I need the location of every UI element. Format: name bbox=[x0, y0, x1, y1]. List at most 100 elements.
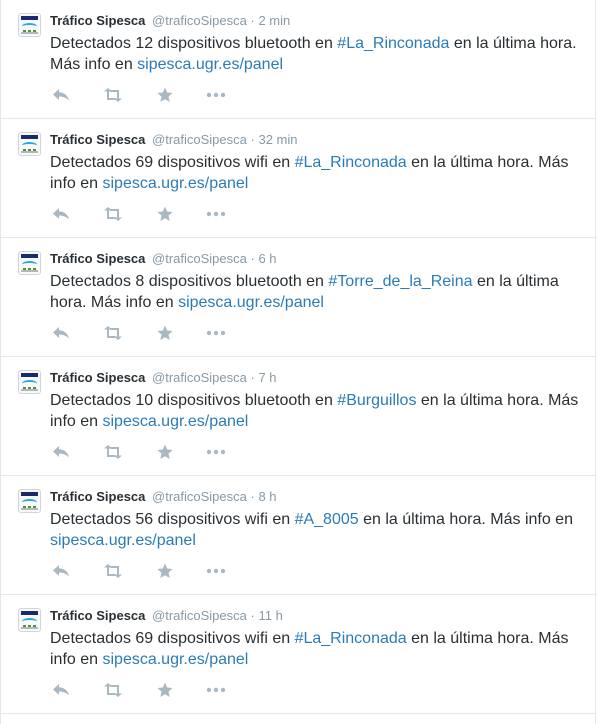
tweet-text-start: Detectados 8 dispositivos bluetooth en bbox=[50, 273, 329, 290]
avatar[interactable] bbox=[18, 132, 41, 156]
meta-separator: · bbox=[250, 489, 255, 504]
avatar-logo-bar bbox=[21, 373, 38, 377]
favorite-button[interactable] bbox=[154, 204, 176, 224]
favorite-button[interactable] bbox=[154, 85, 176, 105]
retweet-button[interactable] bbox=[102, 204, 124, 224]
favorite-button[interactable] bbox=[154, 442, 176, 462]
tweet-text: Detectados 12 dispositivos bluetooth en … bbox=[50, 33, 585, 75]
url-link[interactable]: sipesca.ugr.es/panel bbox=[137, 56, 283, 73]
author-name[interactable]: Tráfico Sipesca bbox=[50, 489, 145, 504]
reply-button[interactable] bbox=[50, 204, 72, 224]
hashtag-link[interactable]: #La_Rinconada bbox=[295, 154, 407, 171]
retweet-button[interactable] bbox=[102, 680, 124, 700]
avatar-logo-base bbox=[21, 32, 38, 34]
tweet-timestamp[interactable]: 7 h bbox=[258, 370, 276, 385]
retweet-icon bbox=[104, 326, 122, 340]
tweet-text: Detectados 69 dispositivos wifi en #La_R… bbox=[50, 628, 585, 670]
reply-button[interactable] bbox=[50, 680, 72, 700]
more-icon bbox=[206, 92, 226, 98]
favorite-button[interactable] bbox=[154, 323, 176, 343]
url-link[interactable]: sipesca.ugr.es/panel bbox=[178, 294, 324, 311]
more-button[interactable] bbox=[205, 561, 227, 581]
tweet-header: Tráfico Sipesca @traficoSipesca · 11 h bbox=[50, 608, 283, 624]
avatar-logo-bar bbox=[21, 611, 38, 615]
tweet-text: Detectados 69 dispositivos wifi en #La_R… bbox=[50, 152, 585, 194]
more-button[interactable] bbox=[205, 442, 227, 462]
author-handle[interactable]: @traficoSipesca bbox=[152, 132, 247, 147]
author-name[interactable]: Tráfico Sipesca bbox=[50, 608, 145, 623]
author-handle[interactable]: @traficoSipesca bbox=[152, 370, 247, 385]
reply-icon bbox=[53, 565, 69, 577]
avatar[interactable] bbox=[18, 13, 41, 37]
author-handle[interactable]: @traficoSipesca bbox=[152, 251, 247, 266]
author-name[interactable]: Tráfico Sipesca bbox=[50, 132, 145, 147]
author-name[interactable]: Tráfico Sipesca bbox=[50, 13, 145, 28]
reply-icon bbox=[53, 89, 69, 101]
tweet-timestamp[interactable]: 8 h bbox=[258, 489, 276, 504]
tweet-timestamp[interactable]: 32 min bbox=[258, 132, 297, 147]
tweet-text-start: Detectados 10 dispositivos bluetooth en bbox=[50, 392, 338, 409]
retweet-icon bbox=[104, 207, 122, 221]
url-link[interactable]: sipesca.ugr.es/panel bbox=[102, 651, 248, 668]
reply-button[interactable] bbox=[50, 85, 72, 105]
tweet-timestamp[interactable]: 11 h bbox=[258, 608, 282, 623]
hashtag-link[interactable]: #Torre_de_la_Reina bbox=[328, 273, 472, 290]
url-link[interactable]: sipesca.ugr.es/panel bbox=[102, 175, 248, 192]
tweet-text-start: Detectados 69 dispositivos wifi en bbox=[50, 154, 295, 171]
meta-separator: · bbox=[250, 608, 255, 623]
tweet-header: Tráfico Sipesca @traficoSipesca · 7 h bbox=[50, 370, 277, 386]
retweet-button[interactable] bbox=[102, 85, 124, 105]
author-handle[interactable]: @traficoSipesca bbox=[152, 489, 247, 504]
tweet-timestamp[interactable]: 2 min bbox=[258, 13, 290, 28]
url-link[interactable]: sipesca.ugr.es/panel bbox=[50, 532, 196, 549]
more-button[interactable] bbox=[205, 204, 227, 224]
avatar-logo-wave bbox=[22, 23, 37, 30]
retweet-button[interactable] bbox=[102, 442, 124, 462]
reply-button[interactable] bbox=[50, 323, 72, 343]
more-icon bbox=[206, 211, 226, 217]
tweet[interactable]: Tráfico Sipesca @traficoSipesca · 6 h De… bbox=[1, 238, 595, 357]
more-button[interactable] bbox=[205, 323, 227, 343]
star-icon bbox=[157, 87, 173, 102]
avatar-logo-wave bbox=[22, 142, 37, 149]
tweet-header: Tráfico Sipesca @traficoSipesca · 32 min bbox=[50, 132, 298, 148]
tweet[interactable]: Tráfico Sipesca @traficoSipesca · 11 h D… bbox=[1, 595, 595, 714]
tweet[interactable]: Tráfico Sipesca @traficoSipesca · 2 min … bbox=[1, 0, 595, 119]
retweet-icon bbox=[104, 88, 122, 102]
avatar[interactable] bbox=[18, 370, 41, 394]
tweet-text: Detectados 56 dispositivos wifi en #A_80… bbox=[50, 509, 585, 551]
tweet-text-start: Detectados 69 dispositivos wifi en bbox=[50, 630, 295, 647]
avatar-logo-base bbox=[21, 270, 38, 272]
reply-button[interactable] bbox=[50, 561, 72, 581]
tweet-timestamp[interactable]: 6 h bbox=[258, 251, 276, 266]
author-name[interactable]: Tráfico Sipesca bbox=[50, 370, 145, 385]
meta-separator: · bbox=[250, 132, 255, 147]
author-name[interactable]: Tráfico Sipesca bbox=[50, 251, 145, 266]
more-icon bbox=[206, 330, 226, 336]
hashtag-link[interactable]: #Burguillos bbox=[337, 392, 416, 409]
author-handle[interactable]: @traficoSipesca bbox=[152, 13, 247, 28]
avatar-logo-base bbox=[21, 508, 38, 510]
more-button[interactable] bbox=[205, 680, 227, 700]
meta-separator: · bbox=[250, 251, 255, 266]
avatar[interactable] bbox=[18, 489, 41, 513]
hashtag-link[interactable]: #La_Rinconada bbox=[295, 630, 407, 647]
more-icon bbox=[206, 449, 226, 455]
hashtag-link[interactable]: #A_8005 bbox=[295, 511, 359, 528]
retweet-icon bbox=[104, 683, 122, 697]
author-handle[interactable]: @traficoSipesca bbox=[152, 608, 247, 623]
avatar[interactable] bbox=[18, 608, 41, 632]
avatar-logo-bar bbox=[21, 135, 38, 139]
hashtag-link[interactable]: #La_Rinconada bbox=[337, 35, 449, 52]
reply-button[interactable] bbox=[50, 442, 72, 462]
avatar[interactable] bbox=[18, 251, 41, 275]
retweet-button[interactable] bbox=[102, 323, 124, 343]
tweet[interactable]: Tráfico Sipesca @traficoSipesca · 32 min… bbox=[1, 119, 595, 238]
favorite-button[interactable] bbox=[154, 680, 176, 700]
favorite-button[interactable] bbox=[154, 561, 176, 581]
tweet[interactable]: Tráfico Sipesca @traficoSipesca · 8 h De… bbox=[1, 476, 595, 595]
url-link[interactable]: sipesca.ugr.es/panel bbox=[102, 413, 248, 430]
retweet-button[interactable] bbox=[102, 561, 124, 581]
more-button[interactable] bbox=[205, 85, 227, 105]
tweet[interactable]: Tráfico Sipesca @traficoSipesca · 7 h De… bbox=[1, 357, 595, 476]
